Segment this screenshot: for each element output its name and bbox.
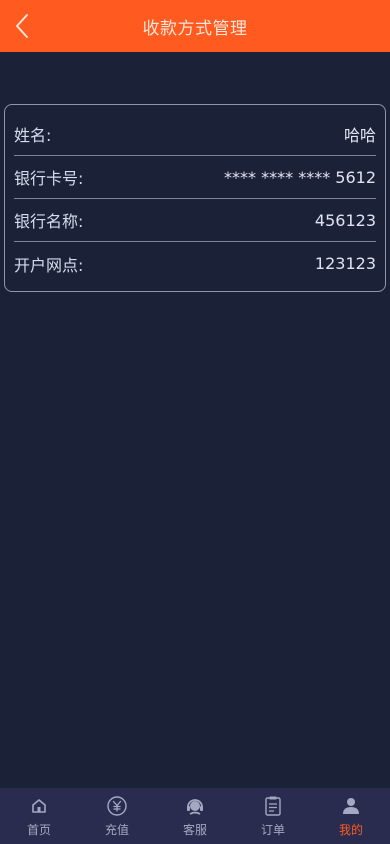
bank-name-row: 银行名称: 456123 xyxy=(14,199,376,242)
tab-recharge[interactable]: 充值 xyxy=(78,788,156,844)
bank-info-card: 姓名: 哈哈 银行卡号: **** **** **** 5612 银行名称: 4… xyxy=(4,104,386,292)
bank-name-value: 456123 xyxy=(314,210,376,230)
top-nav-bar: 收款方式管理 xyxy=(0,0,390,52)
name-value: 哈哈 xyxy=(343,126,376,145)
card-number-value: **** **** **** 5612 xyxy=(224,167,376,187)
order-icon xyxy=(262,795,284,817)
back-button[interactable] xyxy=(8,10,36,42)
card-number-row: 银行卡号: **** **** **** 5612 xyxy=(14,156,376,199)
name-label: 姓名: xyxy=(14,126,52,145)
customer-service-icon xyxy=(184,795,206,817)
tab-mine[interactable]: 我的 xyxy=(312,788,390,844)
page-title: 收款方式管理 xyxy=(142,18,248,39)
card-number-label: 银行卡号: xyxy=(14,169,84,188)
tab-customer-service-label: 客服 xyxy=(182,822,207,837)
bottom-tab-bar: 首页 充值 客服 订单 我的 xyxy=(0,788,390,844)
tab-customer-service[interactable]: 客服 xyxy=(156,788,234,844)
tab-home-label: 首页 xyxy=(26,822,51,837)
name-row: 姓名: 哈哈 xyxy=(14,105,376,156)
branch-row: 开户网点: 123123 xyxy=(14,242,376,285)
tab-mine-label: 我的 xyxy=(338,822,363,837)
user-icon xyxy=(340,795,362,817)
tab-orders-label: 订单 xyxy=(260,822,285,837)
branch-label: 开户网点: xyxy=(14,255,84,275)
app-root: 收款方式管理 姓名: 哈哈 银行卡号: **** **** **** 5612 … xyxy=(0,0,390,844)
tab-home[interactable]: 首页 xyxy=(0,788,78,844)
home-icon xyxy=(28,795,50,817)
chevron-left-icon xyxy=(16,14,28,38)
bank-name-label: 银行名称: xyxy=(14,212,84,231)
branch-value: 123123 xyxy=(314,254,376,273)
tab-orders[interactable]: 订单 xyxy=(234,788,312,844)
yen-icon xyxy=(106,795,128,817)
tab-recharge-label: 充值 xyxy=(104,822,129,837)
